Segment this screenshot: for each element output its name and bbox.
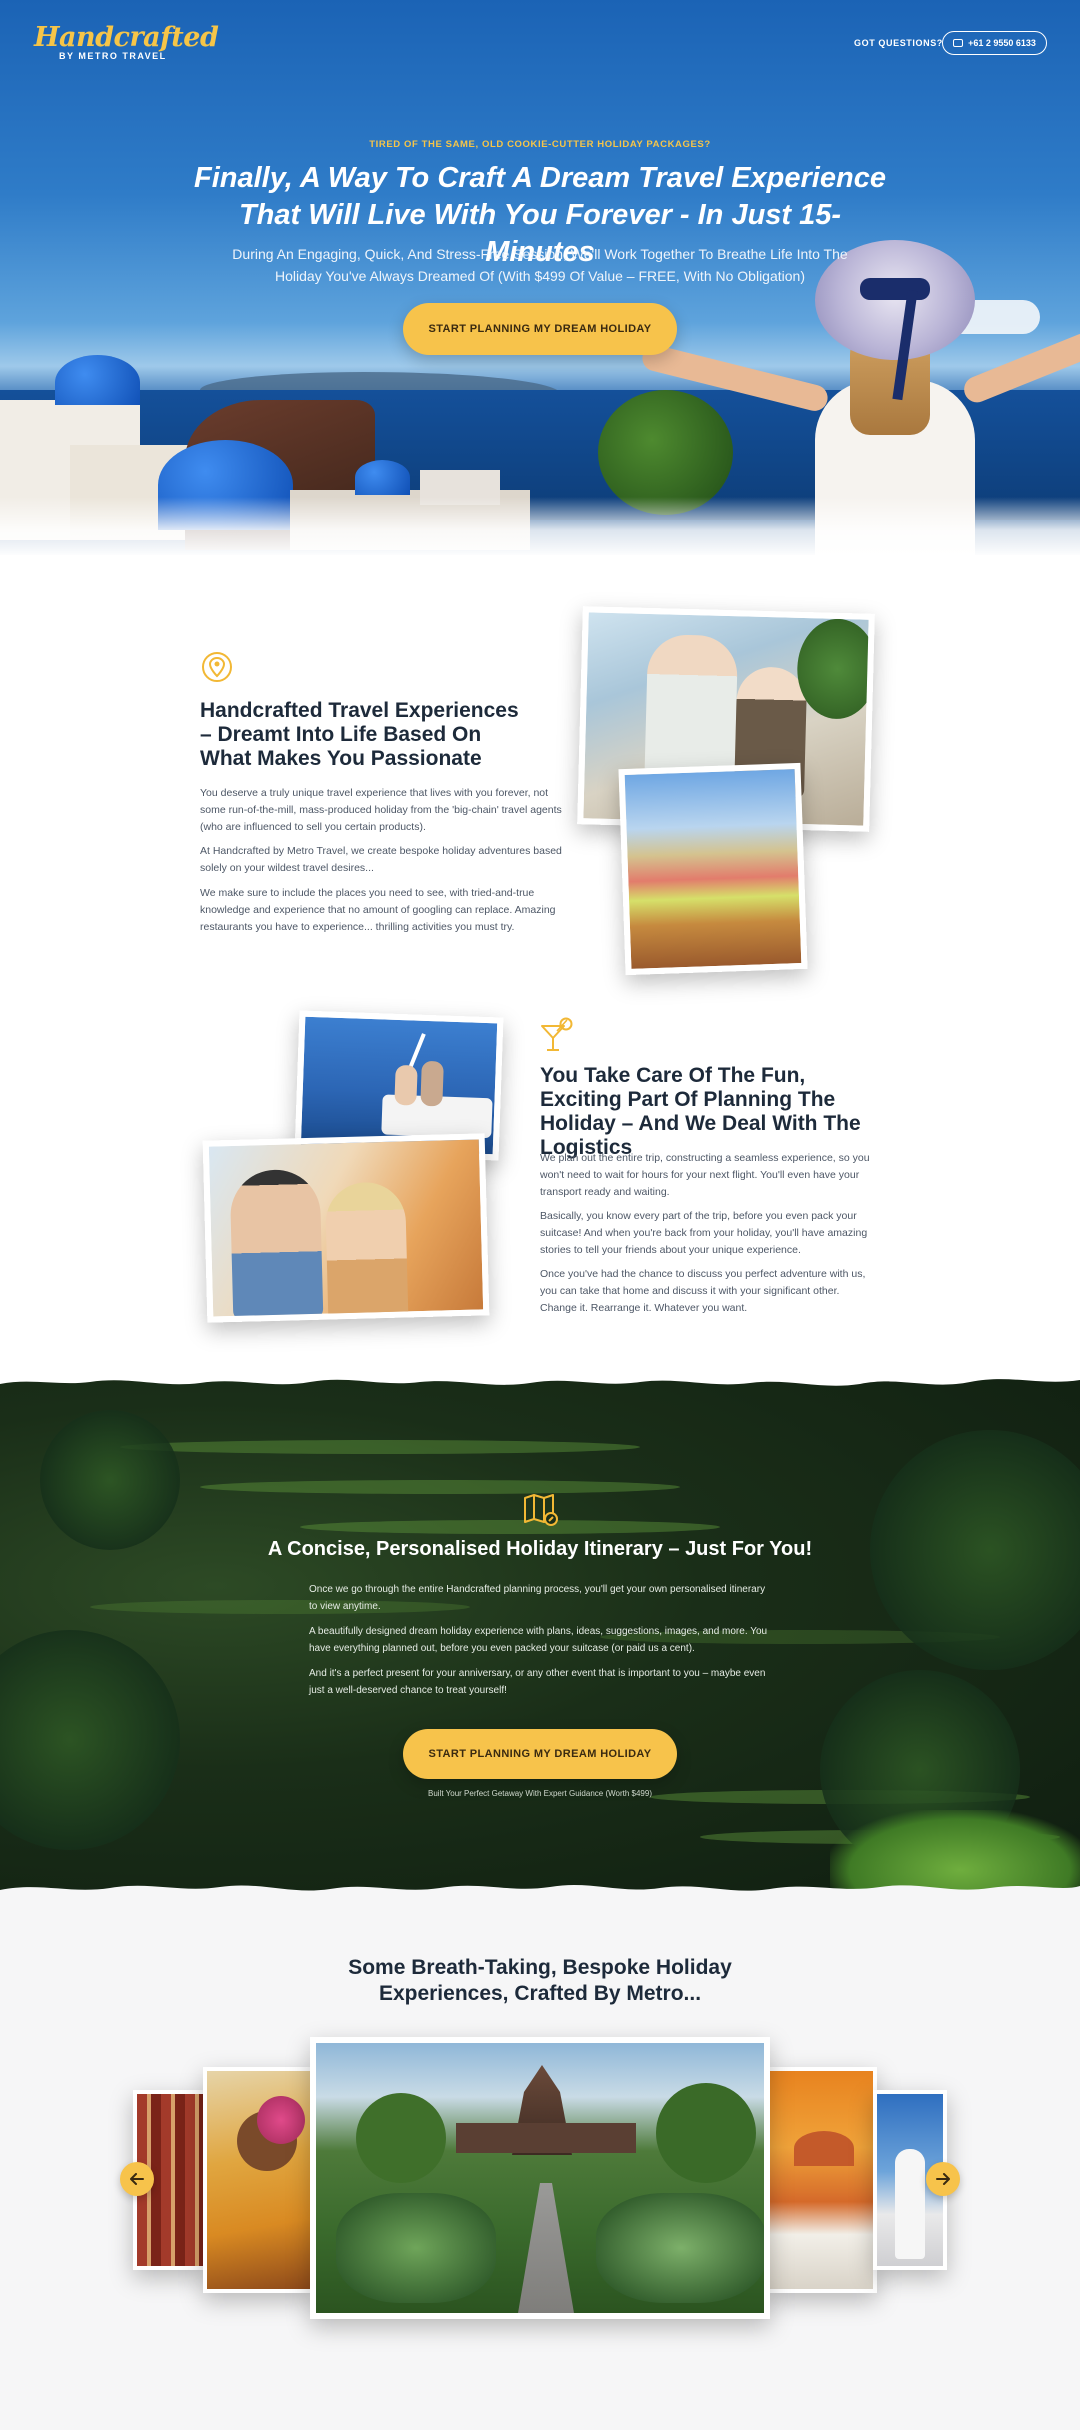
hero-cta-button[interactable]: START PLANNING MY DREAM HOLIDAY [403,303,677,355]
gallery-photo-sunset-village[interactable] [765,2067,877,2293]
torn-edge [0,497,1080,555]
phone-icon [953,39,964,47]
feature-2-paragraph-2: Basically, you know every part of the tr… [540,1210,868,1256]
laughing-couple-photo [202,1133,490,1323]
feature-2-paragraph-1: We plan out the entire trip, constructin… [540,1152,870,1198]
map-pin-icon [200,650,234,691]
hero-subtitle: During An Engaging, Quick, And Stress-Fr… [232,246,848,284]
cocktail-icon [539,1016,575,1059]
itinerary-title: A Concise, Personalised Holiday Itinerar… [267,1538,813,1560]
hero-kicker: TIRED OF THE SAME, OLD COOKIE-CUTTER HOL… [369,139,711,150]
hero-section: Handcrafted BY METRO TRAVEL GOT QUESTION… [0,0,1080,555]
gallery-title: Some Breath-Taking, Bespoke Holiday Expe… [348,1956,732,2005]
feature-1-title: Handcrafted Travel Experiences – Dreamt … [200,699,519,770]
itinerary-paragraph-2: A beautifully designed dream holiday exp… [309,1626,768,1654]
phone-button[interactable]: +61 2 9550 6133 [942,31,1047,55]
gallery-photo-dancer[interactable] [203,2067,315,2293]
feature-1-paragraph-2: At Handcrafted by Metro Travel, we creat… [200,845,562,874]
feature-2-paragraph-3: Once you've had the chance to discuss yo… [540,1268,866,1314]
rainbow-mountain-photo [618,762,808,976]
logo[interactable]: Handcrafted BY METRO TRAVEL [34,22,219,61]
arrow-right-icon[interactable] [926,2162,960,2196]
itinerary-paragraph-3: And it's a perfect present for your anni… [309,1668,766,1696]
itinerary-paragraph-1: Once we go through the entire Handcrafte… [309,1584,766,1612]
gallery-photo-bali-temple[interactable] [310,2037,770,2319]
torn-edge-top [0,1352,1080,1386]
feature-2-title: You Take Care Of The Fun, Exciting Part … [540,1064,861,1159]
logo-script: Handcrafted [34,22,219,53]
arrow-left-icon[interactable] [120,2162,154,2196]
got-questions-label: GOT QUESTIONS? [854,38,943,48]
map-icon [522,1492,560,1533]
phone-number: +61 2 9550 6133 [968,38,1036,48]
feature-1-paragraph-1: You deserve a truly unique travel experi… [200,787,562,833]
itinerary-note: Built Your Perfect Getaway With Expert G… [428,1789,652,1798]
itinerary-cta-button[interactable]: START PLANNING MY DREAM HOLIDAY [403,1729,677,1779]
feature-1-paragraph-3: We make sure to include the places you n… [200,887,556,933]
